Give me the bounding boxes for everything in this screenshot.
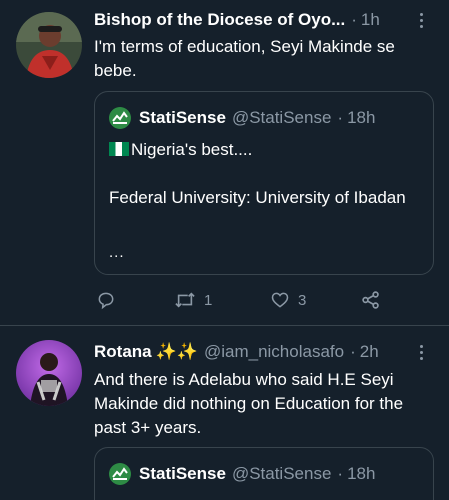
quoted-tweet-header: StatiSense @StatiSense · 18h: [109, 462, 375, 486]
quoted-tweet[interactable]: StatiSense @StatiSense · 18h Nigeria's b…: [94, 91, 434, 275]
quoted-author-handle: @StatiSense: [231, 464, 332, 483]
quoted-avatar: [109, 463, 131, 485]
separator-dot: ·: [337, 464, 344, 483]
reply-button[interactable]: [96, 290, 116, 310]
nigeria-flag-icon: [109, 142, 129, 156]
more-options-icon[interactable]: [411, 10, 431, 30]
tweet-text: I'm terms of education, Seyi Makinde se …: [94, 37, 400, 80]
tweet-header: Bishop of the Diocese of Oyo... · 1h: [94, 8, 437, 32]
tweet-actions: 1 3: [94, 288, 394, 312]
share-icon: [362, 291, 379, 309]
author-name[interactable]: Bishop of the Diocese of Oyo...: [94, 10, 345, 30]
separator-dot: ·: [350, 342, 356, 361]
quoted-more-ellipsis: ...: [109, 244, 125, 261]
quoted-text-line1: Nigeria's best....: [131, 140, 253, 159]
like-count: 3: [298, 291, 307, 309]
retweet-button[interactable]: 1: [174, 290, 212, 310]
author-handle[interactable]: @iam_nicholasafo: [204, 342, 344, 362]
sparkles-emoji: ✨✨: [155, 342, 198, 361]
quoted-timestamp: 18h: [347, 108, 376, 127]
quoted-author-name: StatiSense: [139, 464, 226, 483]
share-button[interactable]: [360, 289, 382, 311]
quoted-text-rest: Federal University: University of Ibadan: [109, 188, 406, 207]
like-button[interactable]: 3: [270, 290, 306, 310]
quoted-avatar: [109, 107, 131, 129]
tweet-header: Rotana ✨✨ @iam_nicholasafo · 2h: [94, 340, 437, 364]
quoted-author-name: StatiSense: [139, 108, 226, 127]
reply-icon: [98, 292, 114, 310]
quoted-tweet[interactable]: StatiSense @StatiSense · 18h: [94, 447, 434, 500]
separator-dot: ·: [351, 10, 357, 29]
timestamp[interactable]: 1h: [361, 10, 380, 30]
quoted-author-handle: @StatiSense: [231, 108, 332, 127]
author-name[interactable]: Rotana: [94, 342, 152, 362]
avatar[interactable]: [16, 12, 82, 78]
quoted-timestamp: 18h: [347, 464, 376, 483]
avatar[interactable]: [16, 340, 82, 406]
tweet-text: And there is Adelabu who said H.E Seyi M…: [94, 370, 408, 437]
tweet[interactable]: Rotana ✨✨ @iam_nicholasafo · 2h And ther…: [0, 326, 449, 500]
timestamp[interactable]: 2h: [360, 342, 379, 362]
retweet-icon: [175, 292, 195, 308]
quoted-tweet-text: Nigeria's best.... Federal University: U…: [109, 138, 419, 210]
separator-dot: ·: [337, 108, 344, 127]
timeline-feed: Bishop of the Diocese of Oyo... · 1h I'm…: [0, 0, 449, 500]
tweet[interactable]: Bishop of the Diocese of Oyo... · 1h I'm…: [0, 0, 449, 325]
retweet-count: 1: [204, 291, 213, 309]
more-options-icon[interactable]: [411, 342, 431, 362]
quoted-tweet-header: StatiSense @StatiSense · 18h: [109, 106, 375, 130]
heart-icon: [271, 292, 289, 308]
